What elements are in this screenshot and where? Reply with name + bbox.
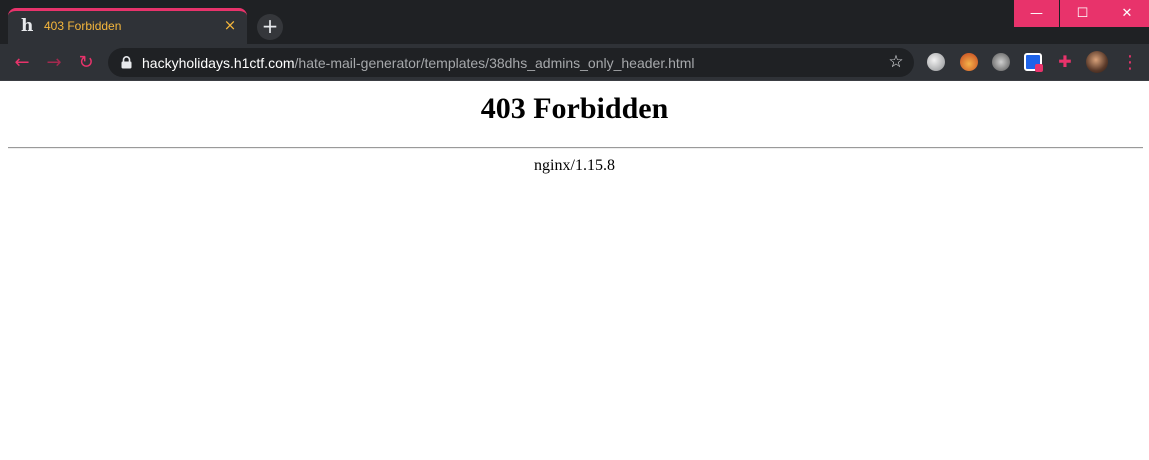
- lock-icon[interactable]: [121, 56, 132, 69]
- minimize-button[interactable]: —: [1014, 0, 1059, 27]
- extension-gear-icon[interactable]: [992, 53, 1010, 71]
- tab-strip: h 403 Forbidden × + — ☐ ✕: [0, 0, 1149, 44]
- page-content: 403 Forbidden nginx/1.15.8: [0, 81, 1149, 460]
- horizontal-rule: [8, 147, 1143, 149]
- forward-button[interactable]: →: [41, 50, 67, 76]
- maximize-button[interactable]: ☐: [1060, 0, 1105, 27]
- server-signature: nginx/1.15.8: [534, 157, 615, 174]
- browser-toolbar: ← → ↻ hackyholidays.h1ctf.com/hate-mail-…: [0, 44, 1149, 81]
- address-bar[interactable]: hackyholidays.h1ctf.com/hate-mail-genera…: [108, 48, 914, 77]
- error-heading: 403 Forbidden: [480, 92, 669, 125]
- url-text[interactable]: hackyholidays.h1ctf.com/hate-mail-genera…: [142, 55, 695, 71]
- back-button[interactable]: ←: [9, 50, 35, 76]
- bookmark-star-icon[interactable]: ☆: [886, 51, 906, 73]
- url-path: /hate-mail-generator/templates/38dhs_adm…: [294, 55, 695, 71]
- browser-menu-icon[interactable]: ⋮: [1120, 50, 1140, 76]
- tab-title: 403 Forbidden: [44, 19, 122, 33]
- reload-button[interactable]: ↻: [73, 50, 99, 76]
- extensions-puzzle-icon[interactable]: ✚: [1056, 53, 1074, 71]
- extension-globe-icon[interactable]: [927, 53, 945, 71]
- site-favicon-icon: h: [21, 16, 34, 36]
- extension-santa-icon[interactable]: [960, 53, 978, 71]
- url-host: hackyholidays.h1ctf.com: [142, 55, 295, 71]
- close-window-button[interactable]: ✕: [1105, 0, 1149, 27]
- new-tab-button[interactable]: +: [257, 14, 283, 40]
- browser-tab[interactable]: h 403 Forbidden ×: [8, 8, 247, 44]
- extension-shield-icon[interactable]: [1024, 53, 1043, 72]
- tab-close-icon[interactable]: ×: [221, 16, 239, 34]
- profile-avatar[interactable]: [1086, 51, 1108, 73]
